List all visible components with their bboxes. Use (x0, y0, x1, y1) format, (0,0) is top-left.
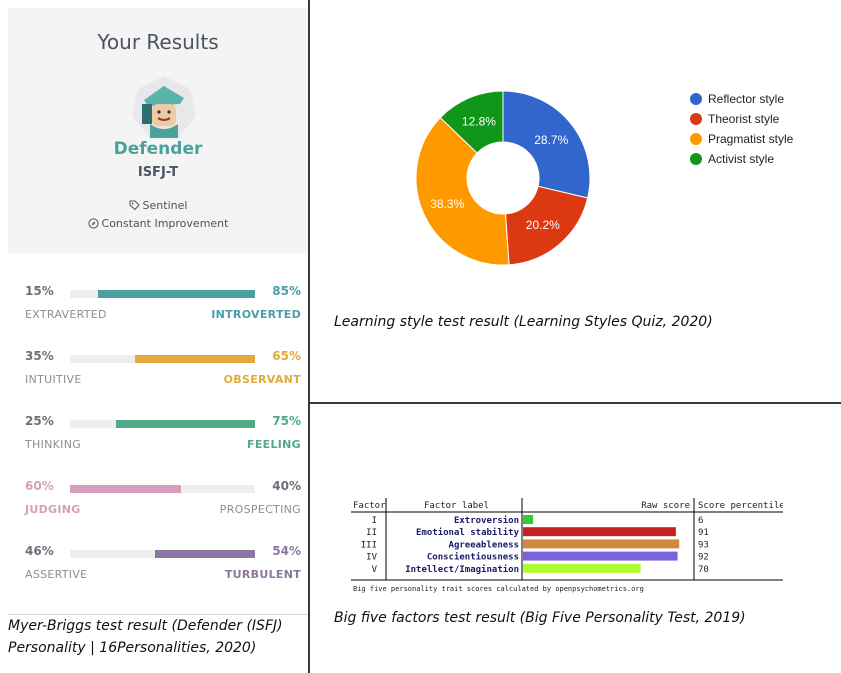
trait-left-percent: 15% (25, 284, 54, 298)
score-bar (523, 515, 534, 524)
personality-type-name: Defender (113, 139, 203, 159)
legend-label: Reflector style (708, 92, 785, 106)
trait-left-label: INTUITIVE (25, 373, 82, 386)
vertical-divider (308, 0, 310, 673)
legend-swatch (690, 133, 702, 145)
factor-label: Intellect/Imagination (405, 564, 519, 575)
column-header-percentile: Score percentile (698, 501, 783, 511)
trait-right-percent: 65% (272, 349, 301, 363)
donut-slice-label: 38.3% (430, 197, 464, 211)
donut-slice-label: 28.7% (534, 133, 568, 147)
trait-row: 15% 85% EXTRAVERTED INTROVERTED (25, 284, 301, 334)
donut-slice-label: 12.8% (462, 114, 496, 128)
strategy-label: Constant Improvement (101, 217, 229, 230)
trait-bar-track (70, 420, 255, 428)
role-line: Sentinel (8, 199, 308, 212)
trait-right-label: TURBULENT (224, 568, 301, 581)
trait-right-label: INTROVERTED (211, 308, 301, 321)
trait-left-label: JUDGING (25, 503, 81, 516)
column-header-label: Factor label (424, 501, 489, 511)
factor-numeral: I (372, 516, 377, 526)
trait-right-percent: 54% (272, 544, 301, 558)
score-percentile: 70 (698, 565, 709, 575)
big-five-chart: Factor Factor label Raw score Score percent… (351, 498, 783, 593)
personality-type-code: ISFJ-T (137, 165, 179, 180)
legend-item: Theorist style (690, 109, 793, 129)
legend-label: Theorist style (708, 112, 780, 126)
factor-label: Extroversion (454, 515, 519, 526)
results-card: Your Results Defender ISFJ-T Sentinel Co… (8, 8, 308, 253)
defender-avatar (132, 76, 196, 138)
legend-swatch (690, 93, 702, 105)
big-five-table: Factor Factor label Raw score Score percent… (351, 498, 783, 598)
horizontal-divider (310, 402, 841, 404)
trait-bar-track (70, 355, 255, 363)
mbti-caption: Myer-Briggs test result (Defender (ISFJ)… (8, 614, 308, 659)
score-percentile: 92 (698, 553, 709, 563)
column-header-factor: Factor (353, 501, 386, 511)
tag-icon (129, 200, 140, 211)
learning-style-donut-chart: 28.7% 20.2% 38.3% 12.8% (415, 90, 591, 266)
trait-right-percent: 85% (272, 284, 301, 298)
compass-icon (87, 218, 99, 229)
legend-label: Pragmatist style (708, 132, 794, 146)
trait-row: 46% 54% ASSERTIVE TURBULENT (25, 544, 301, 594)
trait-bar-track (70, 485, 255, 493)
trait-left-label: THINKING (25, 438, 82, 451)
legend-swatch (690, 113, 702, 125)
trait-row: 25% 75% THINKING FEELING (25, 414, 301, 464)
score-percentile: 6 (698, 516, 703, 526)
legend-label: Activist style (708, 152, 775, 166)
trait-right-percent: 40% (272, 479, 301, 493)
trait-bar-fill (134, 355, 255, 363)
trait-left-label: EXTRAVERTED (25, 308, 107, 321)
factor-numeral: IV (366, 553, 377, 563)
score-bar (523, 551, 678, 561)
bigfive-caption: Big five factors test result (Big Five P… (334, 610, 746, 626)
table-footer: Big five personality trait scores calcul… (353, 585, 644, 593)
factor-label: Emotional stability (416, 527, 520, 538)
factor-numeral: III (361, 540, 377, 550)
trait-bar-fill (155, 550, 255, 558)
score-bar (523, 539, 680, 549)
score-bar (523, 527, 676, 537)
factor-label: Conscientiousness (427, 552, 519, 563)
trait-bar-track (70, 550, 255, 558)
donut-slice-label: 20.2% (526, 218, 560, 232)
trait-right-label: FEELING (247, 438, 301, 451)
factor-label: Agreeableness (449, 540, 519, 550)
column-header-raw-score: Raw score (641, 501, 690, 511)
factor-numeral: II (366, 528, 377, 538)
trait-left-percent: 25% (25, 414, 54, 428)
trait-left-label: ASSERTIVE (25, 568, 88, 581)
trait-left-percent: 46% (25, 544, 54, 558)
score-bar (523, 563, 641, 573)
score-percentile: 93 (698, 540, 709, 550)
trait-left-percent: 60% (25, 479, 54, 493)
trait-left-percent: 35% (25, 349, 54, 363)
score-percentile: 91 (698, 528, 709, 538)
trait-right-label: PROSPECTING (219, 503, 301, 516)
legend-item: Reflector style (690, 89, 793, 109)
factor-numeral: V (372, 565, 378, 575)
trait-bar-fill (97, 290, 255, 298)
role-label: Sentinel (142, 199, 188, 212)
trait-row: 35% 65% INTUITIVE OBSERVANT (25, 349, 301, 399)
strategy-line: Constant Improvement (8, 217, 308, 230)
trait-bar-track (70, 290, 255, 298)
trait-right-label: OBSERVANT (223, 373, 301, 386)
learning-style-legend: Reflector style Theorist style Pragmatist … (690, 89, 793, 169)
legend-item: Pragmatist style (690, 129, 793, 149)
learning-caption: Learning style test result (Learning Sty… (334, 314, 713, 330)
legend-swatch (690, 153, 702, 165)
trait-right-percent: 75% (272, 414, 301, 428)
legend-item: Activist style (690, 149, 793, 169)
trait-bar-fill (116, 420, 255, 428)
results-title: Your Results (97, 30, 219, 54)
trait-row: 60% 40% JUDGING PROSPECTING (25, 479, 301, 529)
trait-bar-fill (70, 485, 181, 493)
